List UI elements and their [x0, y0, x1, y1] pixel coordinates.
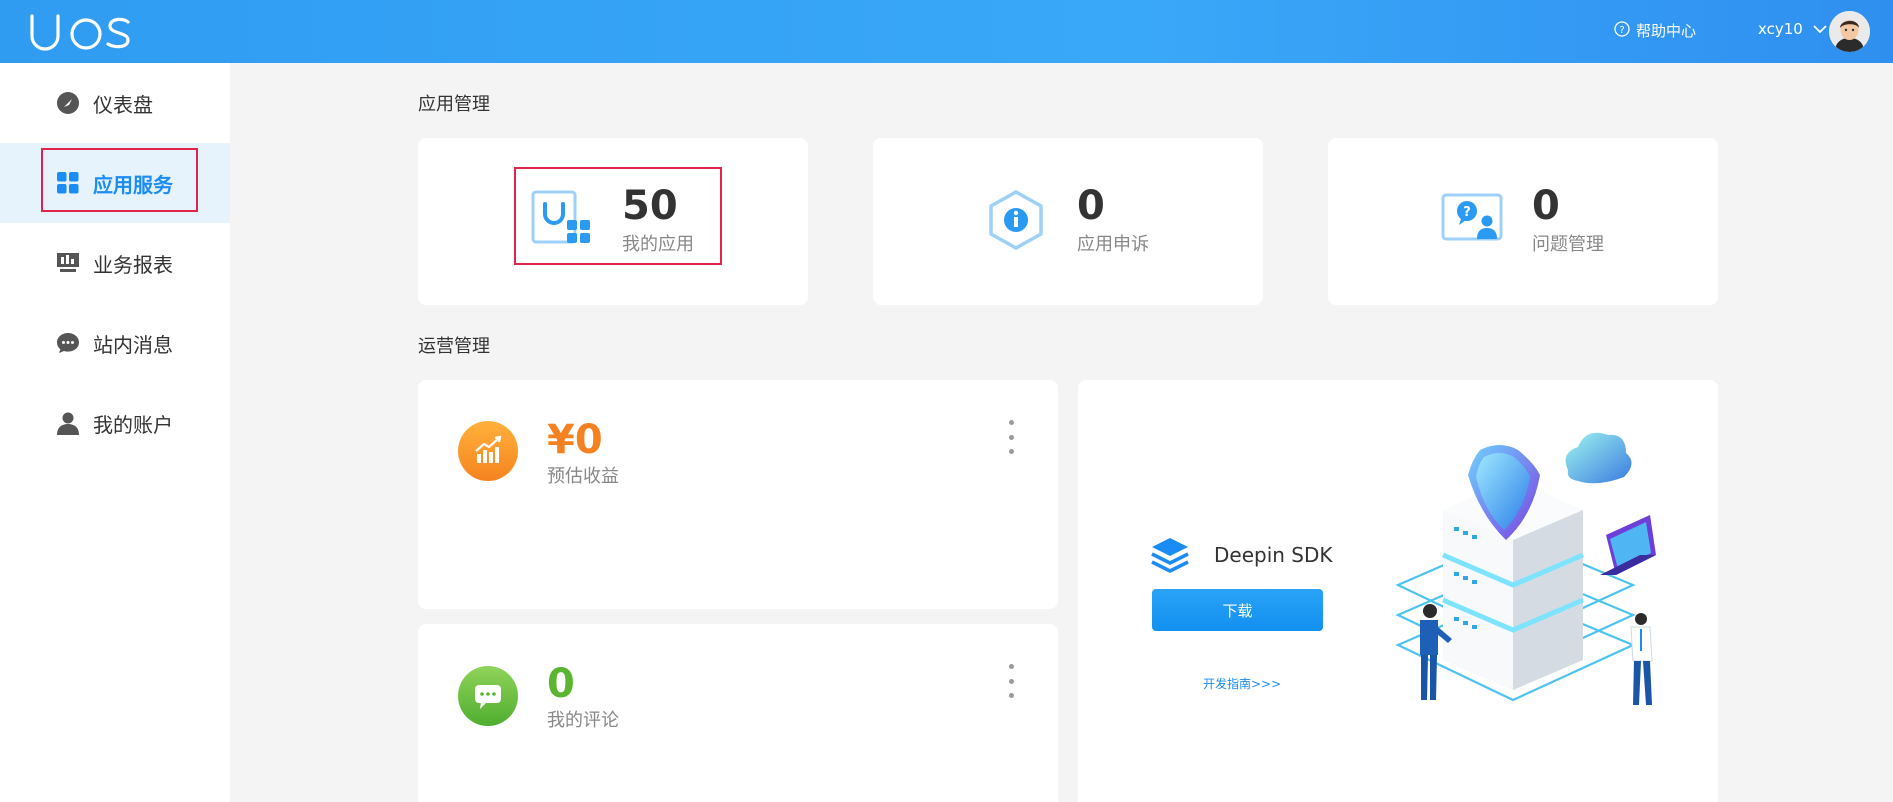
sdk-title: Deepin SDK [1214, 543, 1333, 567]
comments-value: 0 [547, 661, 575, 707]
highlight-box [41, 148, 198, 212]
top-header: ? 帮助中心 xcy10 [0, 0, 1893, 63]
issue-management-count: 0 [1532, 183, 1560, 229]
avatar[interactable] [1829, 11, 1870, 52]
server-security-illustration [1388, 415, 1678, 724]
sidebar-item-label: 站内消息 [93, 332, 173, 357]
sidebar: 仪表盘 应用服务 业务报表 站内消息 我的账户 [0, 63, 230, 802]
app-appeals-count: 0 [1077, 183, 1105, 229]
comments-card[interactable]: 0 我的评论 [418, 624, 1058, 802]
dashboard-icon [55, 90, 81, 116]
app-appeals-card[interactable]: 0 应用申诉 [873, 138, 1263, 305]
more-options-icon[interactable] [1007, 664, 1015, 698]
sidebar-item-label: 我的账户 [93, 412, 173, 437]
comments-label: 我的评论 [547, 710, 619, 731]
sidebar-item-account[interactable]: 我的账户 [0, 383, 230, 463]
sidebar-item-label: 仪表盘 [93, 92, 153, 117]
app-appeals-label: 应用申诉 [1077, 234, 1149, 255]
sidebar-item-reports[interactable]: 业务报表 [0, 223, 230, 303]
sdk-layers-icon [1150, 535, 1190, 579]
highlight-box [514, 167, 722, 265]
user-menu[interactable]: xcy10 [1758, 20, 1827, 38]
comment-bubble-icon [458, 666, 518, 730]
help-center-link[interactable]: ? 帮助中心 [1614, 20, 1696, 41]
user-icon [55, 410, 81, 436]
sidebar-item-dashboard[interactable]: 仪表盘 [0, 63, 230, 143]
username: xcy10 [1758, 20, 1803, 38]
uos-logo[interactable] [28, 10, 133, 56]
chevron-down-icon [1813, 20, 1827, 38]
message-icon [55, 330, 81, 356]
dev-guide-link[interactable]: 开发指南>>> [1203, 675, 1281, 692]
sidebar-item-messages[interactable]: 站内消息 [0, 303, 230, 383]
question-user-icon: ? [1441, 193, 1503, 249]
revenue-value: ¥0 [547, 417, 603, 463]
section-title-operations: 运营管理 [418, 336, 490, 357]
more-options-icon[interactable] [1007, 420, 1015, 454]
issue-management-label: 问题管理 [1532, 234, 1604, 255]
revenue-card[interactable]: ¥0 预估收益 [418, 380, 1058, 609]
svg-text:?: ? [1619, 25, 1624, 36]
issue-management-card[interactable]: ? 0 问题管理 [1328, 138, 1718, 305]
info-hexagon-icon [988, 189, 1044, 254]
section-title-app-management: 应用管理 [418, 94, 490, 115]
revenue-chart-icon [458, 421, 518, 485]
report-icon [55, 250, 81, 276]
help-center-label: 帮助中心 [1636, 22, 1697, 40]
revenue-label: 预估收益 [547, 466, 619, 487]
svg-text:?: ? [1463, 205, 1471, 220]
download-button[interactable]: 下载 [1152, 589, 1323, 631]
sidebar-item-label: 业务报表 [93, 252, 173, 277]
help-circle-icon: ? [1614, 20, 1630, 41]
